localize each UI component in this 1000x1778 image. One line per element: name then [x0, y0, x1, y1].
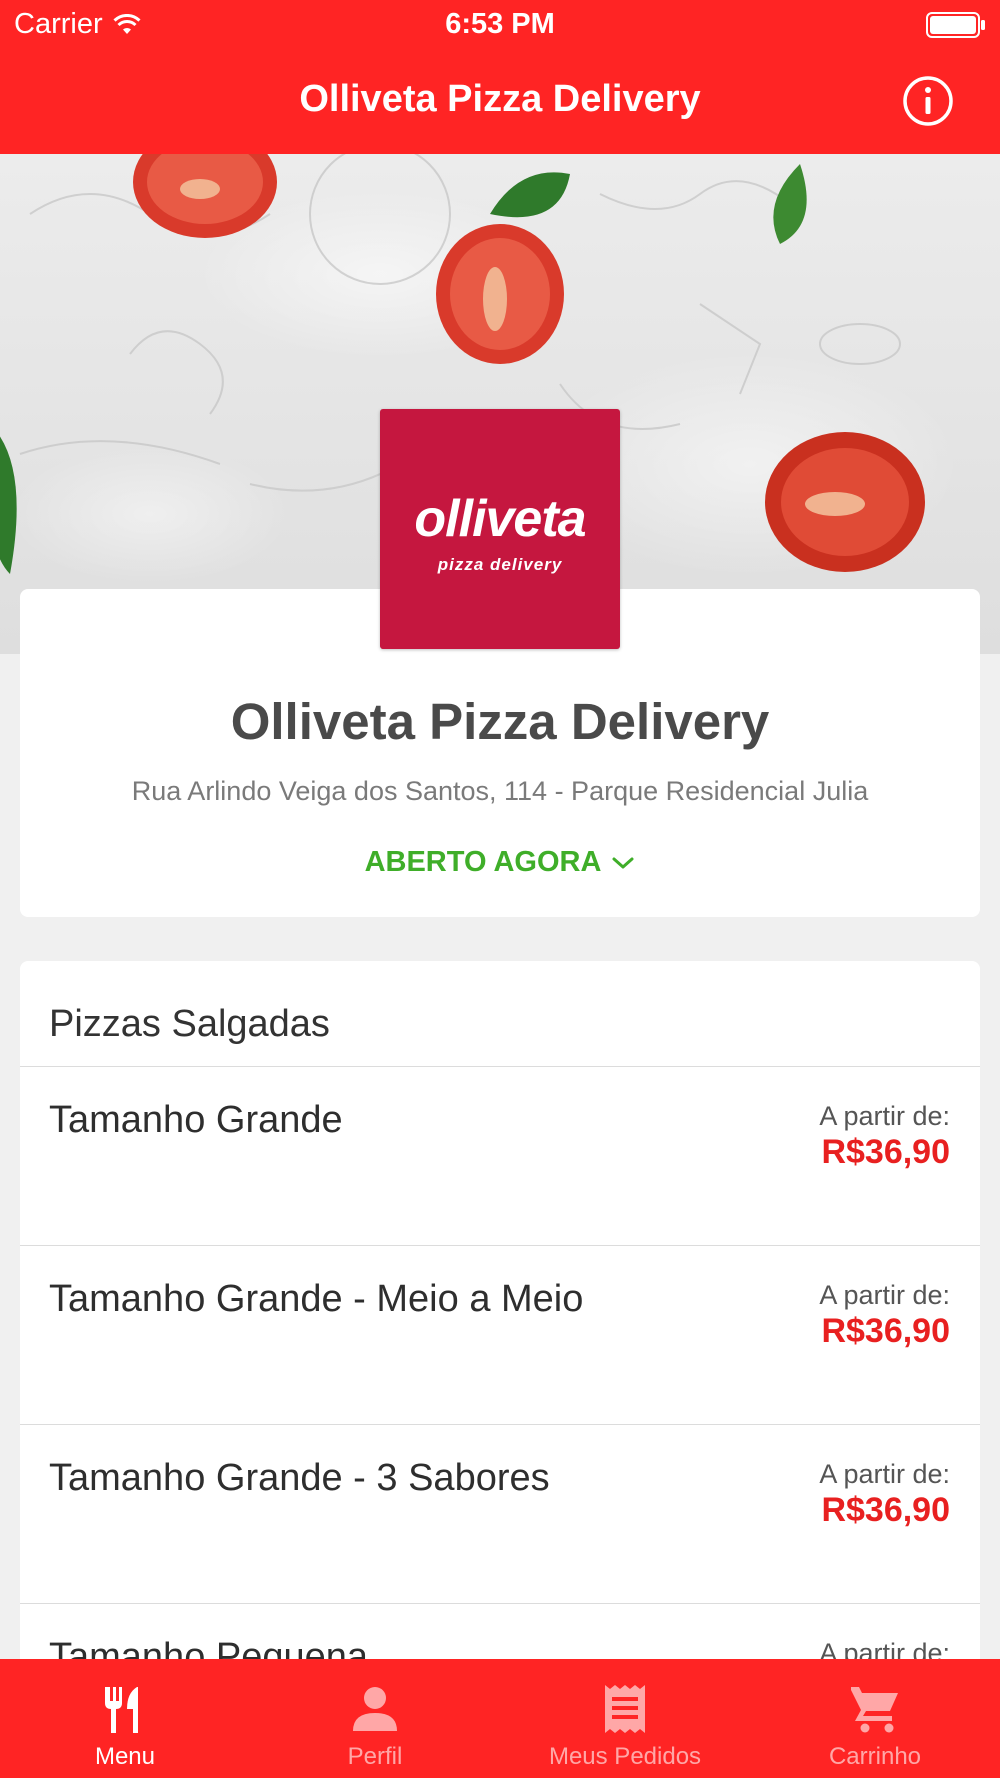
tab-profile[interactable]: Perfil — [250, 1659, 500, 1778]
tab-orders[interactable]: Meus Pedidos — [500, 1659, 750, 1778]
open-status-toggle[interactable]: ABERTO AGORA — [20, 846, 980, 879]
store-name: Olliveta Pizza Delivery — [230, 693, 770, 750]
menu-item-price-prefix: A partir de: — [819, 1280, 950, 1310]
tab-label: Perfil — [347, 1743, 403, 1770]
menu-item[interactable]: Tamanho Grande - 3 Sabores A partir de: … — [20, 1424, 980, 1603]
logo-tagline: pizza delivery — [437, 555, 563, 574]
receipt-icon — [605, 1685, 645, 1733]
logo-wordmark: olliveta — [414, 490, 586, 548]
navigation-bar: Olliveta Pizza Delivery — [0, 50, 1000, 154]
menu-item-price-prefix: A partir de: — [819, 1459, 950, 1489]
menu-item-price: R$36,90 — [821, 1312, 950, 1350]
chevron-down-icon — [612, 857, 634, 868]
tab-menu[interactable]: Menu — [0, 1659, 250, 1778]
menu-item[interactable]: Tamanho Grande A partir de: R$36,90 — [20, 1066, 980, 1245]
tab-bar: Menu Perfil Meus Pedidos Carrinho — [0, 1659, 1000, 1778]
open-status-label: ABERTO AGORA — [364, 846, 602, 878]
tab-label: Menu — [94, 1743, 156, 1770]
person-icon — [353, 1687, 397, 1731]
menu-item-name: Tamanho Grande - Meio a Meio — [49, 1278, 584, 1320]
battery-icon — [926, 12, 985, 38]
cart-icon — [851, 1687, 898, 1733]
page-title: Olliveta Pizza Delivery — [299, 78, 701, 120]
store-address: Rua Arlindo Veiga dos Santos, 114 - Parq… — [131, 776, 869, 806]
menu-category-title: Pizzas Salgadas — [49, 1003, 330, 1045]
menu-item-name: Tamanho Grande — [49, 1099, 343, 1141]
menu-item-price: R$36,90 — [821, 1133, 950, 1171]
store-logo: olliveta pizza delivery — [380, 409, 620, 649]
tab-label: Meus Pedidos — [548, 1743, 702, 1770]
menu-item-name: Tamanho Grande - 3 Sabores — [49, 1457, 550, 1499]
menu-item-price: R$36,90 — [821, 1491, 950, 1529]
menu-item-price-prefix: A partir de: — [819, 1101, 950, 1131]
menu-item[interactable]: Tamanho Grande - Meio a Meio A partir de… — [20, 1245, 980, 1424]
tab-label: Carrinho — [828, 1743, 922, 1770]
tab-cart[interactable]: Carrinho — [750, 1659, 1000, 1778]
status-time: 6:53 PM — [445, 8, 555, 40]
fork-knife-icon — [105, 1687, 138, 1733]
info-icon[interactable] — [902, 75, 954, 127]
status-bar: Carrier 6:53 PM — [0, 0, 1000, 50]
